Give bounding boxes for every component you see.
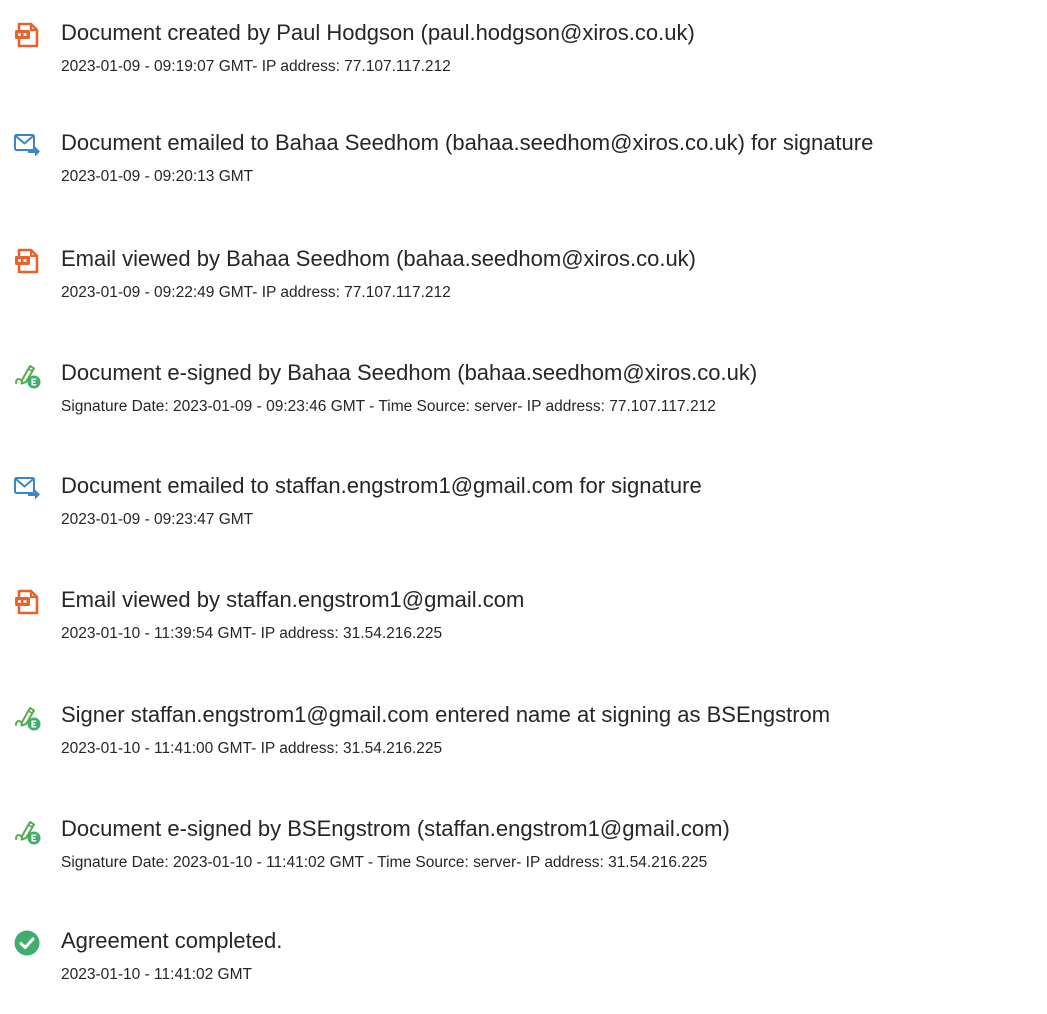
event-title: Email viewed by staffan.engstrom1@gmail.…: [61, 587, 525, 612]
e-sign-pen-icon: [13, 703, 41, 731]
e-sign-pen-icon: [13, 817, 41, 845]
audit-event: Document e-signed by Bahaa Seedhom (baha…: [0, 356, 1047, 446]
event-title: Document e-signed by BSEngstrom (staffan…: [61, 816, 730, 841]
document-icon: [13, 247, 41, 275]
event-detail: 2023-01-09 - 09:22:49 GMT- IP address: 7…: [61, 284, 451, 301]
event-title: Document emailed to Bahaa Seedhom (bahaa…: [61, 130, 874, 155]
event-title: Document e-signed by Bahaa Seedhom (baha…: [61, 360, 758, 385]
event-detail: 2023-01-09 - 09:23:47 GMT: [61, 511, 254, 528]
audit-event: Email viewed by staffan.engstrom1@gmail.…: [0, 583, 1047, 673]
audit-event: Document emailed to staffan.engstrom1@gm…: [0, 469, 1047, 559]
event-detail: 2023-01-10 - 11:41:00 GMT- IP address: 3…: [61, 740, 443, 757]
event-detail: Signature Date: 2023-01-09 - 09:23:46 GM…: [61, 398, 716, 415]
audit-event: Signer staffan.engstrom1@gmail.com enter…: [0, 698, 1047, 788]
event-detail: 2023-01-09 - 09:19:07 GMT- IP address: 7…: [61, 58, 451, 75]
document-icon: [13, 21, 41, 49]
event-detail: Signature Date: 2023-01-10 - 11:41:02 GM…: [61, 854, 708, 871]
document-icon: [13, 588, 41, 616]
event-title: Document created by Paul Hodgson (paul.h…: [61, 20, 695, 45]
check-circle-icon: [13, 929, 41, 957]
audit-event: Document emailed to Bahaa Seedhom (bahaa…: [0, 126, 1047, 216]
audit-event: Agreement completed. 2023-01-10 - 11:41:…: [0, 924, 1047, 1014]
event-title: Document emailed to staffan.engstrom1@gm…: [61, 473, 702, 498]
event-detail: 2023-01-10 - 11:41:02 GMT: [61, 966, 252, 983]
event-title: Signer staffan.engstrom1@gmail.com enter…: [61, 702, 831, 727]
e-sign-pen-icon: [13, 361, 41, 389]
audit-event: Document e-signed by BSEngstrom (staffan…: [0, 812, 1047, 902]
event-title: Agreement completed.: [61, 928, 283, 953]
event-detail: 2023-01-09 - 09:20:13 GMT: [61, 168, 254, 185]
event-detail: 2023-01-10 - 11:39:54 GMT- IP address: 3…: [61, 625, 443, 642]
email-sent-icon: [13, 131, 41, 159]
audit-event: Document created by Paul Hodgson (paul.h…: [0, 16, 1047, 106]
email-sent-icon: [13, 474, 41, 502]
audit-event: Email viewed by Bahaa Seedhom (bahaa.see…: [0, 242, 1047, 332]
event-title: Email viewed by Bahaa Seedhom (bahaa.see…: [61, 246, 697, 271]
